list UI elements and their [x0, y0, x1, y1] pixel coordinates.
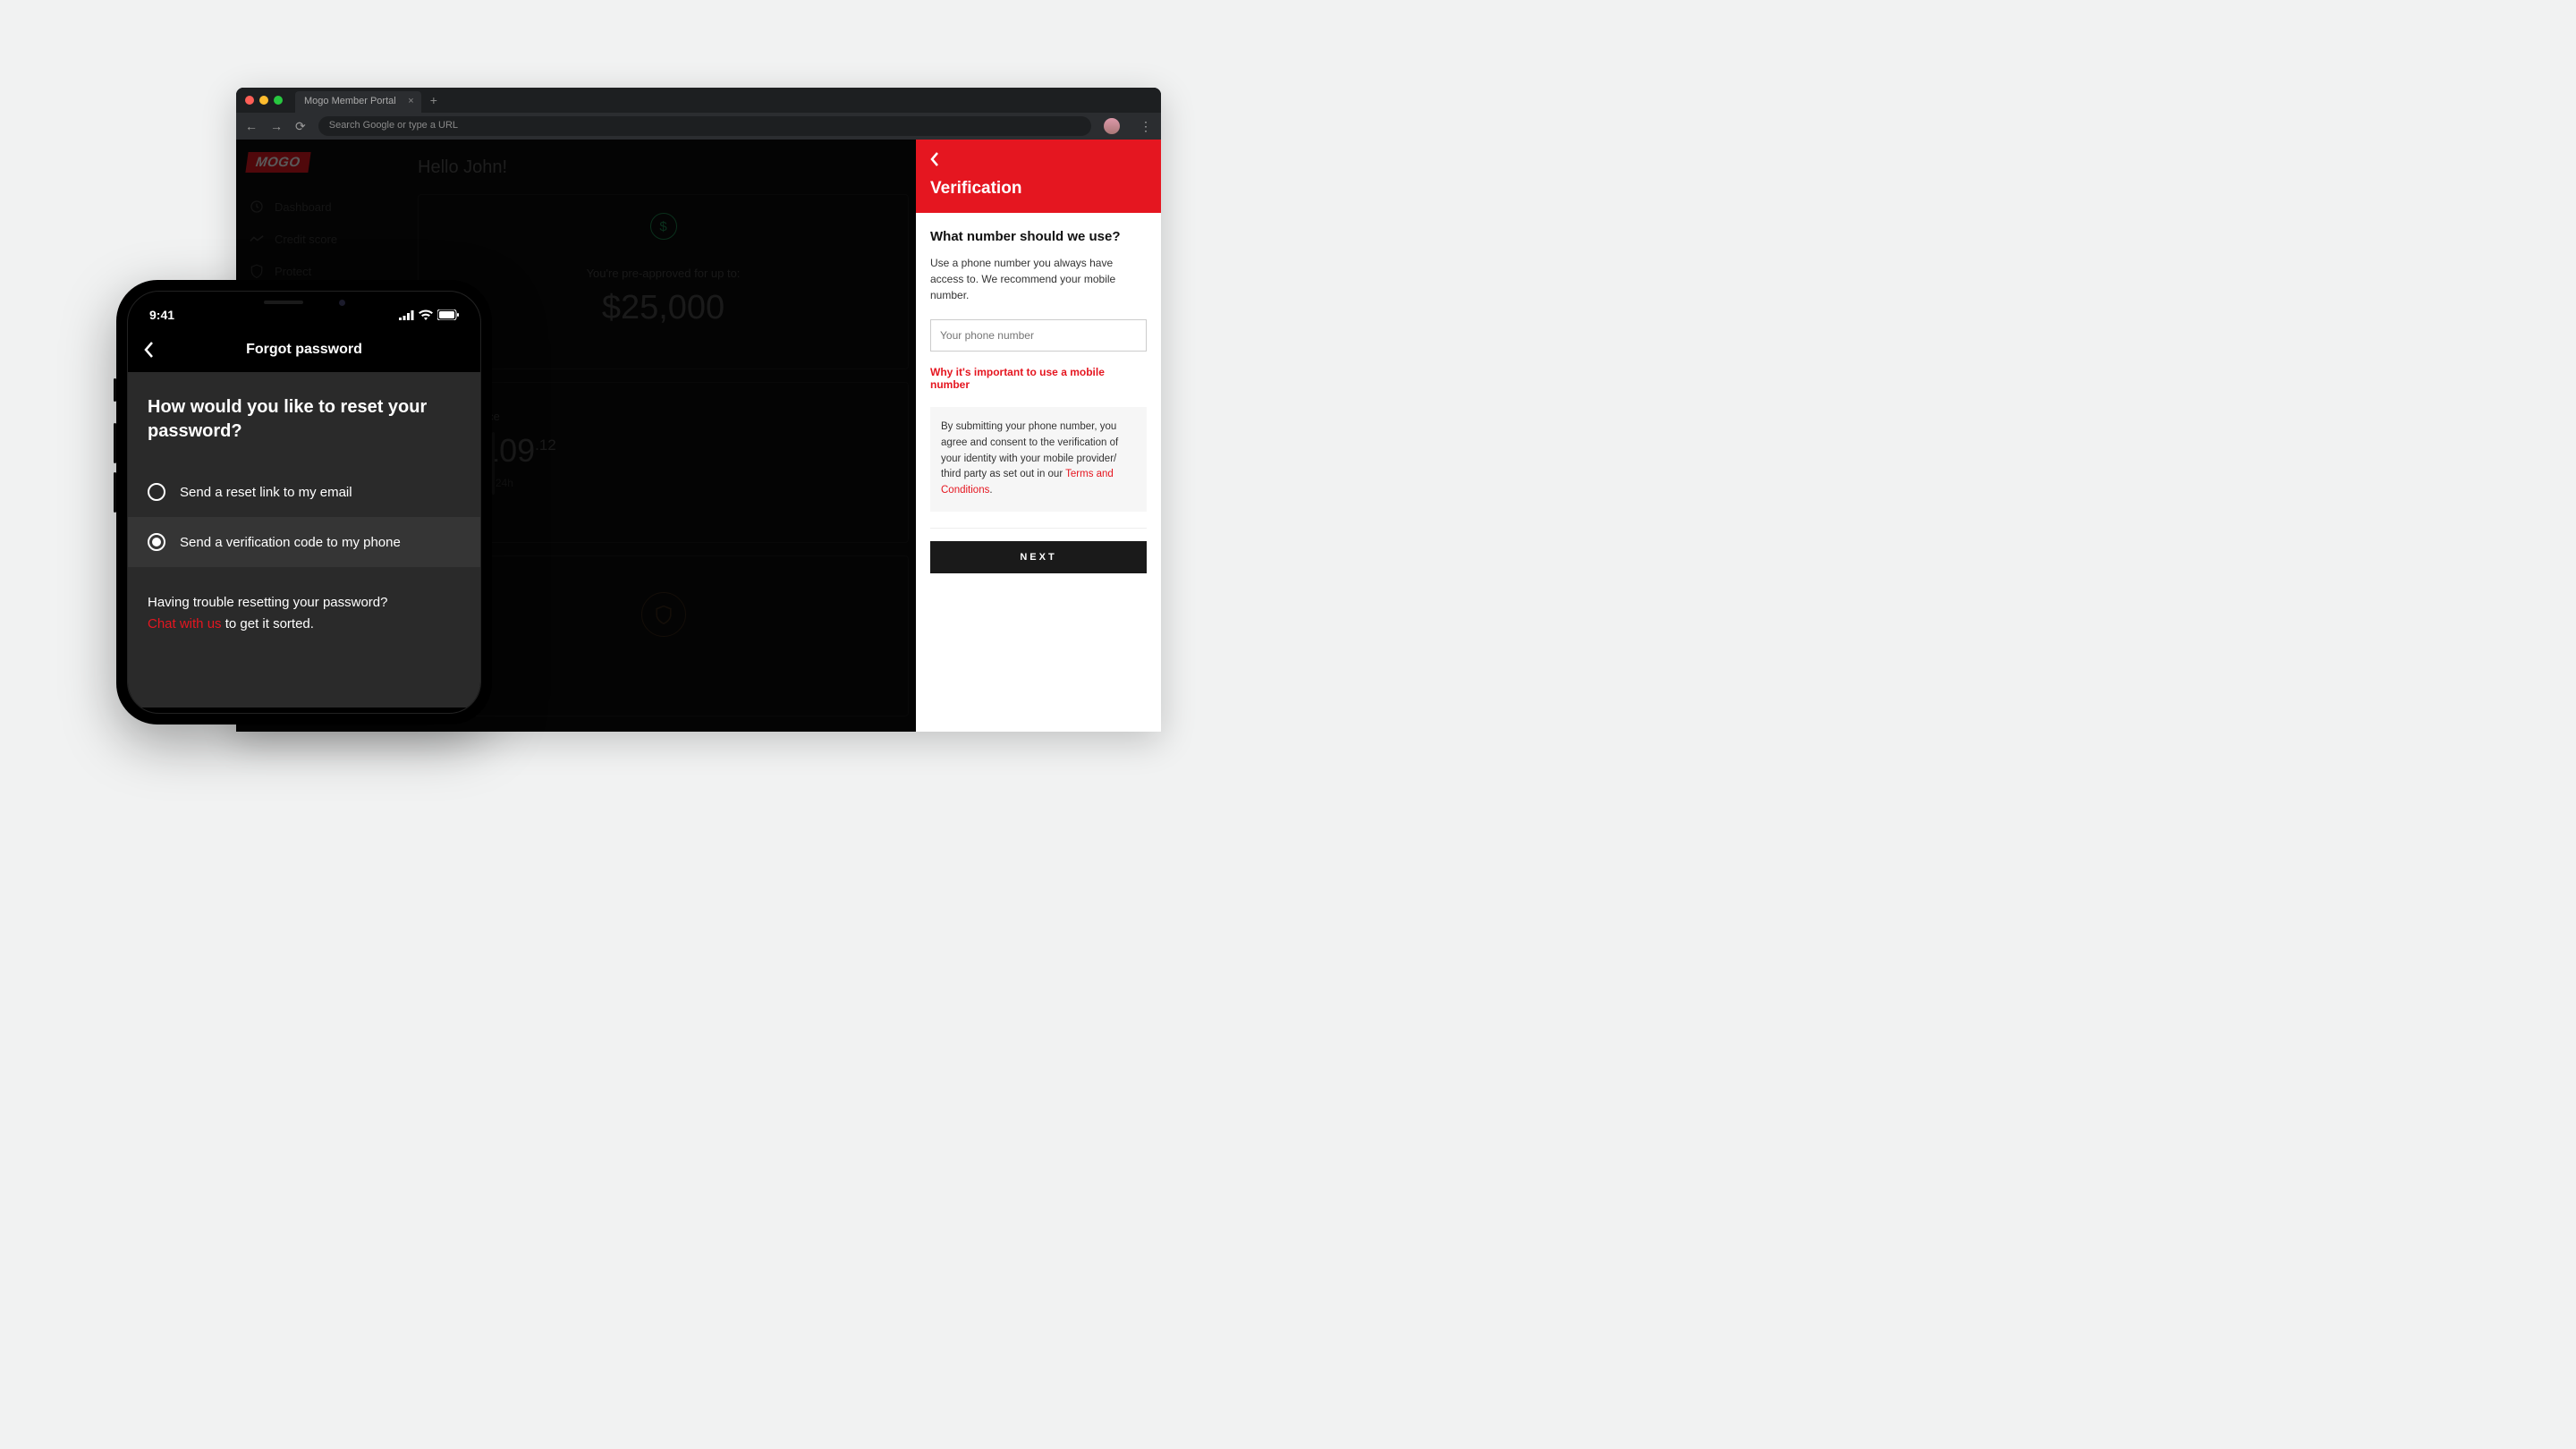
next-button[interactable]: NEXT: [930, 541, 1147, 573]
verification-title: Verification: [930, 179, 1147, 199]
dollar-icon: $: [650, 213, 677, 240]
logo[interactable]: MOGO: [245, 152, 310, 173]
divider: [930, 528, 1147, 529]
window-controls: [245, 96, 283, 105]
verification-panel: Verification What number should we use? …: [916, 140, 1161, 732]
sidebar-item-credit-score[interactable]: Credit score: [247, 223, 382, 255]
status-icons: [399, 309, 459, 320]
radio-icon: [148, 533, 165, 551]
phone-screen: 9:41 Forgot password How would you like …: [127, 291, 481, 714]
speaker-icon: [264, 301, 303, 304]
help-pre: Having trouble resetting your password?: [148, 595, 387, 610]
camera-icon: [339, 300, 345, 306]
dashboard-icon: [250, 199, 264, 214]
back-button[interactable]: ←: [245, 119, 258, 133]
phone-title: Forgot password: [246, 342, 362, 358]
new-tab-button[interactable]: +: [430, 93, 437, 107]
battery-icon: [437, 309, 459, 320]
sidebar-item-label: Protect: [275, 265, 311, 278]
browser-menu-icon[interactable]: ⋮: [1140, 119, 1152, 134]
chat-link[interactable]: Chat with us: [148, 616, 222, 631]
btc-label: Bitcoin price: [436, 410, 890, 423]
reload-button[interactable]: ⟳: [295, 119, 306, 134]
browser-tabbar: Mogo Member Portal × +: [236, 88, 1161, 113]
btc-price-cents: .12: [535, 436, 556, 453]
disclaimer-post: .: [989, 485, 992, 496]
verification-header: Verification: [916, 140, 1161, 213]
btc-price: 12,109.12: [436, 432, 890, 470]
preapproved-label: You're pre-approved for up to:: [436, 267, 890, 280]
tab-title: Mogo Member Portal: [304, 96, 396, 106]
phone-notch: [228, 292, 380, 313]
phone-side-button: [114, 378, 116, 402]
sidebar-item-label: Dashboard: [275, 200, 332, 214]
maximize-window-icon[interactable]: [274, 96, 283, 105]
phone-side-button: [114, 423, 116, 463]
sidebar-item-dashboard[interactable]: Dashboard: [247, 191, 382, 223]
reset-options: Send a reset link to my email Send a ver…: [128, 467, 480, 567]
close-tab-icon[interactable]: ×: [408, 96, 413, 106]
btc-change: ↑ | 5.18% in 24h: [436, 477, 890, 489]
help-text: Having trouble resetting your password? …: [148, 592, 461, 635]
url-input[interactable]: Search Google or type a URL: [318, 116, 1091, 136]
reset-option-phone[interactable]: Send a verification code to my phone: [128, 517, 480, 567]
credit-score-icon: [250, 232, 264, 246]
phone-side-button: [114, 472, 116, 513]
help-post: to get it sorted.: [222, 616, 314, 631]
reset-option-label: Send a verification code to my phone: [180, 535, 401, 550]
profile-avatar-icon[interactable]: [1104, 118, 1120, 134]
verification-back-button[interactable]: [930, 152, 1147, 166]
why-mobile-link[interactable]: Why it's important to use a mobile numbe…: [930, 366, 1147, 391]
browser-tab[interactable]: Mogo Member Portal ×: [295, 91, 421, 113]
reset-question: How would you like to reset your passwor…: [148, 395, 461, 444]
preapproved-amount: $25,000: [436, 289, 890, 327]
phone-content: How would you like to reset your passwor…: [128, 372, 480, 708]
phone-header: Forgot password: [128, 327, 480, 372]
verification-disclaimer: By submitting your phone number, you agr…: [930, 407, 1147, 512]
wifi-icon: [419, 309, 433, 320]
reset-option-label: Send a reset link to my email: [180, 485, 352, 500]
radio-icon: [148, 483, 165, 501]
shield-icon: [250, 264, 264, 278]
verification-body: What number should we use? Use a phone n…: [916, 213, 1161, 589]
close-window-icon[interactable]: [245, 96, 254, 105]
minimize-window-icon[interactable]: [259, 96, 268, 105]
phone-number-input[interactable]: [930, 319, 1147, 352]
verification-question: What number should we use?: [930, 229, 1147, 244]
signal-icon: [399, 310, 414, 320]
reset-option-email[interactable]: Send a reset link to my email: [128, 467, 480, 517]
phone-mockup: 9:41 Forgot password How would you like …: [116, 280, 492, 724]
shield-circle-icon: [641, 592, 686, 637]
verification-description: Use a phone number you always have acces…: [930, 255, 1147, 303]
forward-button[interactable]: →: [270, 119, 283, 133]
sidebar-item-label: Credit score: [275, 233, 337, 246]
phone-side-button: [492, 432, 495, 495]
status-time: 9:41: [149, 308, 174, 322]
browser-toolbar: ← → ⟳ Search Google or type a URL ⋮: [236, 113, 1161, 140]
phone-back-button[interactable]: [144, 342, 154, 358]
